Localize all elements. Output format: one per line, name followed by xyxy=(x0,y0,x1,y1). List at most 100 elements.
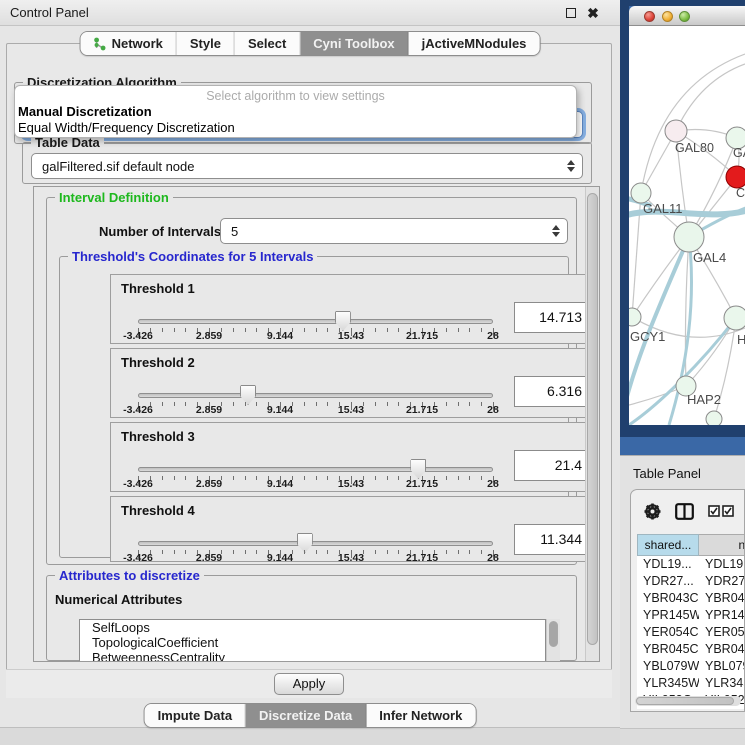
tab-jactivemnodules[interactable]: jActiveMNodules xyxy=(409,32,540,55)
gear-icon[interactable] xyxy=(644,503,661,520)
table-row[interactable]: YBR045CYBR045C xyxy=(637,641,745,658)
tick-mark xyxy=(469,550,470,554)
tick-mark xyxy=(316,402,317,406)
node-label: GCY1 xyxy=(630,329,665,344)
network-window-titlebar[interactable] xyxy=(629,6,745,26)
tick-label: -3.426 xyxy=(123,404,153,416)
attribute-item[interactable]: SelfLoops xyxy=(80,620,545,635)
bottom-tab-impute-data[interactable]: Impute Data xyxy=(145,704,246,727)
checkbox-icon[interactable] xyxy=(708,505,720,517)
table-row[interactable]: YPR145WYPR145W xyxy=(637,607,745,624)
network-node[interactable] xyxy=(726,166,745,188)
table-data-combobox[interactable]: galFiltered.sif default node xyxy=(31,153,583,179)
combo-arrows-icon xyxy=(552,225,560,237)
tick-mark xyxy=(304,402,305,406)
bottom-tab-infer-network[interactable]: Infer Network xyxy=(366,704,475,727)
network-node[interactable] xyxy=(706,411,722,425)
number-of-intervals-label: Number of Intervals xyxy=(99,224,221,239)
float-window-icon[interactable] xyxy=(566,8,576,18)
tick-mark xyxy=(221,550,222,554)
table-hscrollbar[interactable] xyxy=(635,696,741,706)
tick-mark xyxy=(481,476,482,480)
tick-label: 9.144 xyxy=(267,330,293,342)
zoom-traffic-light-icon[interactable] xyxy=(679,11,690,22)
tab-network[interactable]: Network xyxy=(81,32,177,55)
tick-mark xyxy=(363,550,364,554)
column-header[interactable]: name xyxy=(699,534,745,556)
table-row[interactable]: YER054CYER054C xyxy=(637,624,745,641)
slider-thumb[interactable] xyxy=(240,385,256,405)
tick-mark xyxy=(434,402,435,406)
network-node[interactable] xyxy=(631,183,651,203)
slider-track[interactable] xyxy=(138,319,493,324)
numerical-attributes-list[interactable]: SelfLoopsTopologicalCoefficientBetweenne… xyxy=(79,619,546,662)
bottom-tab-discretize-data[interactable]: Discretize Data xyxy=(246,704,366,727)
threshold-panel: Threshold 4-3.4262.8599.14415.4321.71528… xyxy=(110,496,600,562)
threshold-value-field[interactable]: 6.316 xyxy=(514,376,592,407)
checkbox-icon[interactable] xyxy=(722,505,734,517)
tab-style[interactable]: Style xyxy=(177,32,235,55)
tick-label: 9.144 xyxy=(267,552,293,564)
tick-mark xyxy=(256,550,257,554)
tab-cyni-toolbox[interactable]: Cyni Toolbox xyxy=(300,32,408,55)
popup-item[interactable]: Manual Discretization xyxy=(15,103,576,119)
tick-label: 2.859 xyxy=(196,330,222,342)
network-node[interactable] xyxy=(674,222,704,252)
network-node[interactable] xyxy=(665,120,687,142)
slider-thumb[interactable] xyxy=(410,459,426,479)
network-node[interactable] xyxy=(629,308,641,326)
slider-thumb[interactable] xyxy=(335,311,351,331)
tick-mark xyxy=(221,328,222,332)
slider-track[interactable] xyxy=(138,467,493,472)
table-cell: YPR145W xyxy=(699,607,745,624)
tab-select[interactable]: Select xyxy=(235,32,300,55)
slider-track[interactable] xyxy=(138,541,493,546)
apply-button[interactable]: Apply xyxy=(274,673,344,695)
threshold-value-field[interactable]: 21.4 xyxy=(514,450,592,481)
tick-mark xyxy=(363,328,364,332)
slider-track[interactable] xyxy=(138,393,493,398)
number-of-intervals-combobox[interactable]: 5 xyxy=(220,218,568,244)
network-edge[interactable] xyxy=(676,64,745,131)
popup-item[interactable]: Equal Width/Frequency Discretization xyxy=(15,119,576,135)
network-view-window: GAL80GACGAL11GAL4GCY1HHAP2 xyxy=(620,0,745,455)
threshold-value-field[interactable]: 14.713 xyxy=(514,302,592,333)
close-icon[interactable]: ✖ xyxy=(586,6,600,20)
settings-scrollbar[interactable] xyxy=(585,187,599,661)
columns-icon[interactable] xyxy=(675,503,694,520)
tick-mark xyxy=(446,550,447,554)
tick-mark xyxy=(245,328,246,332)
node-label: GAL80 xyxy=(675,141,714,155)
network-icon xyxy=(94,37,107,51)
tick-mark xyxy=(256,476,257,480)
table-row[interactable]: YDL19...YDL19... xyxy=(637,556,745,573)
tick-mark xyxy=(256,402,257,406)
table-cell: YLR345W xyxy=(699,675,745,692)
list-scrollbar[interactable] xyxy=(546,619,560,662)
network-canvas[interactable]: GAL80GACGAL11GAL4GCY1HHAP2 xyxy=(629,26,745,425)
tick-mark xyxy=(162,328,163,332)
tick-mark xyxy=(387,550,388,554)
attribute-item[interactable]: BetweennessCentrality xyxy=(80,650,545,662)
table-row[interactable]: YDR27...YDR27... xyxy=(637,573,745,590)
node-table[interactable]: shared...name YDL19...YDL19...YDR27...YD… xyxy=(637,534,745,709)
interval-definition-group: Interval Definition Number of Intervals … xyxy=(46,197,577,565)
tick-mark xyxy=(327,476,328,480)
close-traffic-light-icon[interactable] xyxy=(644,11,655,22)
table-row[interactable]: YBR043CYBR043C xyxy=(637,590,745,607)
tick-mark xyxy=(434,328,435,332)
network-edge[interactable] xyxy=(685,237,689,386)
tab-label: jActiveMNodules xyxy=(422,36,527,51)
slider-thumb[interactable] xyxy=(297,533,313,553)
table-cell: YER054C xyxy=(637,624,699,641)
table-row[interactable]: YLR345WYLR345W xyxy=(637,675,745,692)
tab-label: Cyni Toolbox xyxy=(313,36,394,51)
threshold-value-field[interactable]: 11.344 xyxy=(514,524,592,555)
minimize-traffic-light-icon[interactable] xyxy=(662,11,673,22)
column-header[interactable]: shared... xyxy=(637,534,699,556)
network-node[interactable] xyxy=(724,306,745,330)
attribute-item[interactable]: TopologicalCoefficient xyxy=(80,635,545,650)
table-panel-title: Table Panel xyxy=(633,466,701,481)
table-row[interactable]: YBL079WYBL079W xyxy=(637,658,745,675)
table-cell: YDR27... xyxy=(637,573,699,590)
